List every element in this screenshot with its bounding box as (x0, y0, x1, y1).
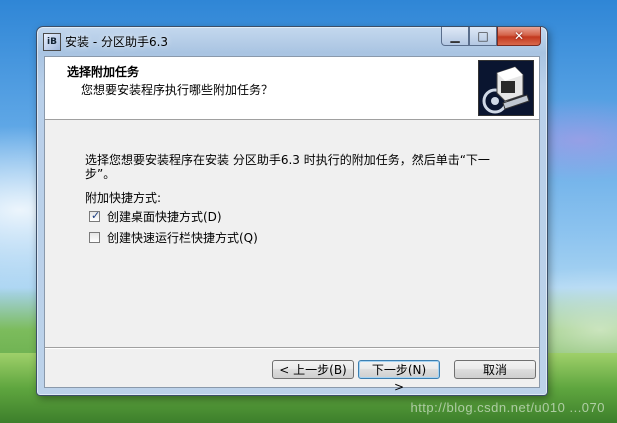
checkbox-box[interactable] (89, 232, 100, 243)
desktop-shortcut-checkbox[interactable]: ✓ 创建桌面快捷方式(D) (89, 208, 222, 225)
page-subtitle: 您想要安装程序执行哪些附加任务？ (81, 83, 274, 97)
checkmark-icon: ✓ (91, 209, 101, 222)
title-bar[interactable]: iB 安装 - 分区助手6.3 ▁ □ ✕ (37, 27, 547, 55)
installer-app-icon: iB (43, 33, 61, 51)
caption-buttons: ▁ □ ✕ (441, 27, 541, 47)
installer-window: iB 安装 - 分区助手6.3 ▁ □ ✕ 选择附加任务 您想要安装程序执行哪些… (36, 26, 548, 396)
checkbox-label[interactable]: 创建快速运行栏快捷方式(Q) (107, 229, 258, 246)
wizard-header: 选择附加任务 您想要安装程序执行哪些附加任务？ (45, 57, 539, 120)
next-button[interactable]: 下一步(N) > (358, 360, 440, 394)
close-icon: ✕ (513, 29, 525, 43)
maximize-icon: □ (477, 29, 489, 43)
minimize-button[interactable]: ▁ (441, 27, 469, 46)
computer-disk-icon (479, 61, 533, 115)
checkbox-label[interactable]: 创建桌面快捷方式(D) (107, 208, 222, 225)
window-title: 安装 - 分区助手6.3 (65, 35, 169, 49)
instruction-text: 选择您想要安装程序在安装 分区助手6.3 时执行的附加任务，然后单击“下一步”。 (85, 153, 490, 181)
watermark: http://blog.csdn.net/u010 ...070 (410, 400, 605, 415)
checkbox-box[interactable]: ✓ (89, 209, 101, 222)
maximize-button[interactable]: □ (469, 27, 497, 46)
back-button[interactable]: < 上一步(B) (272, 360, 354, 379)
footer-separator (45, 347, 539, 349)
wizard-client-area: 选择附加任务 您想要安装程序执行哪些附加任务？ 选择您想要安装程序在安装 分区助… (44, 56, 540, 394)
minimize-icon: ▁ (450, 29, 460, 43)
page-title: 选择附加任务 (67, 65, 140, 79)
cancel-button[interactable]: 取消 (454, 360, 536, 379)
close-button[interactable]: ✕ (497, 27, 541, 46)
installer-logo-icon (478, 60, 534, 116)
shortcut-group-label: 附加快捷方式: (85, 191, 162, 205)
quicklaunch-shortcut-checkbox[interactable]: 创建快速运行栏快捷方式(Q) (89, 229, 258, 246)
